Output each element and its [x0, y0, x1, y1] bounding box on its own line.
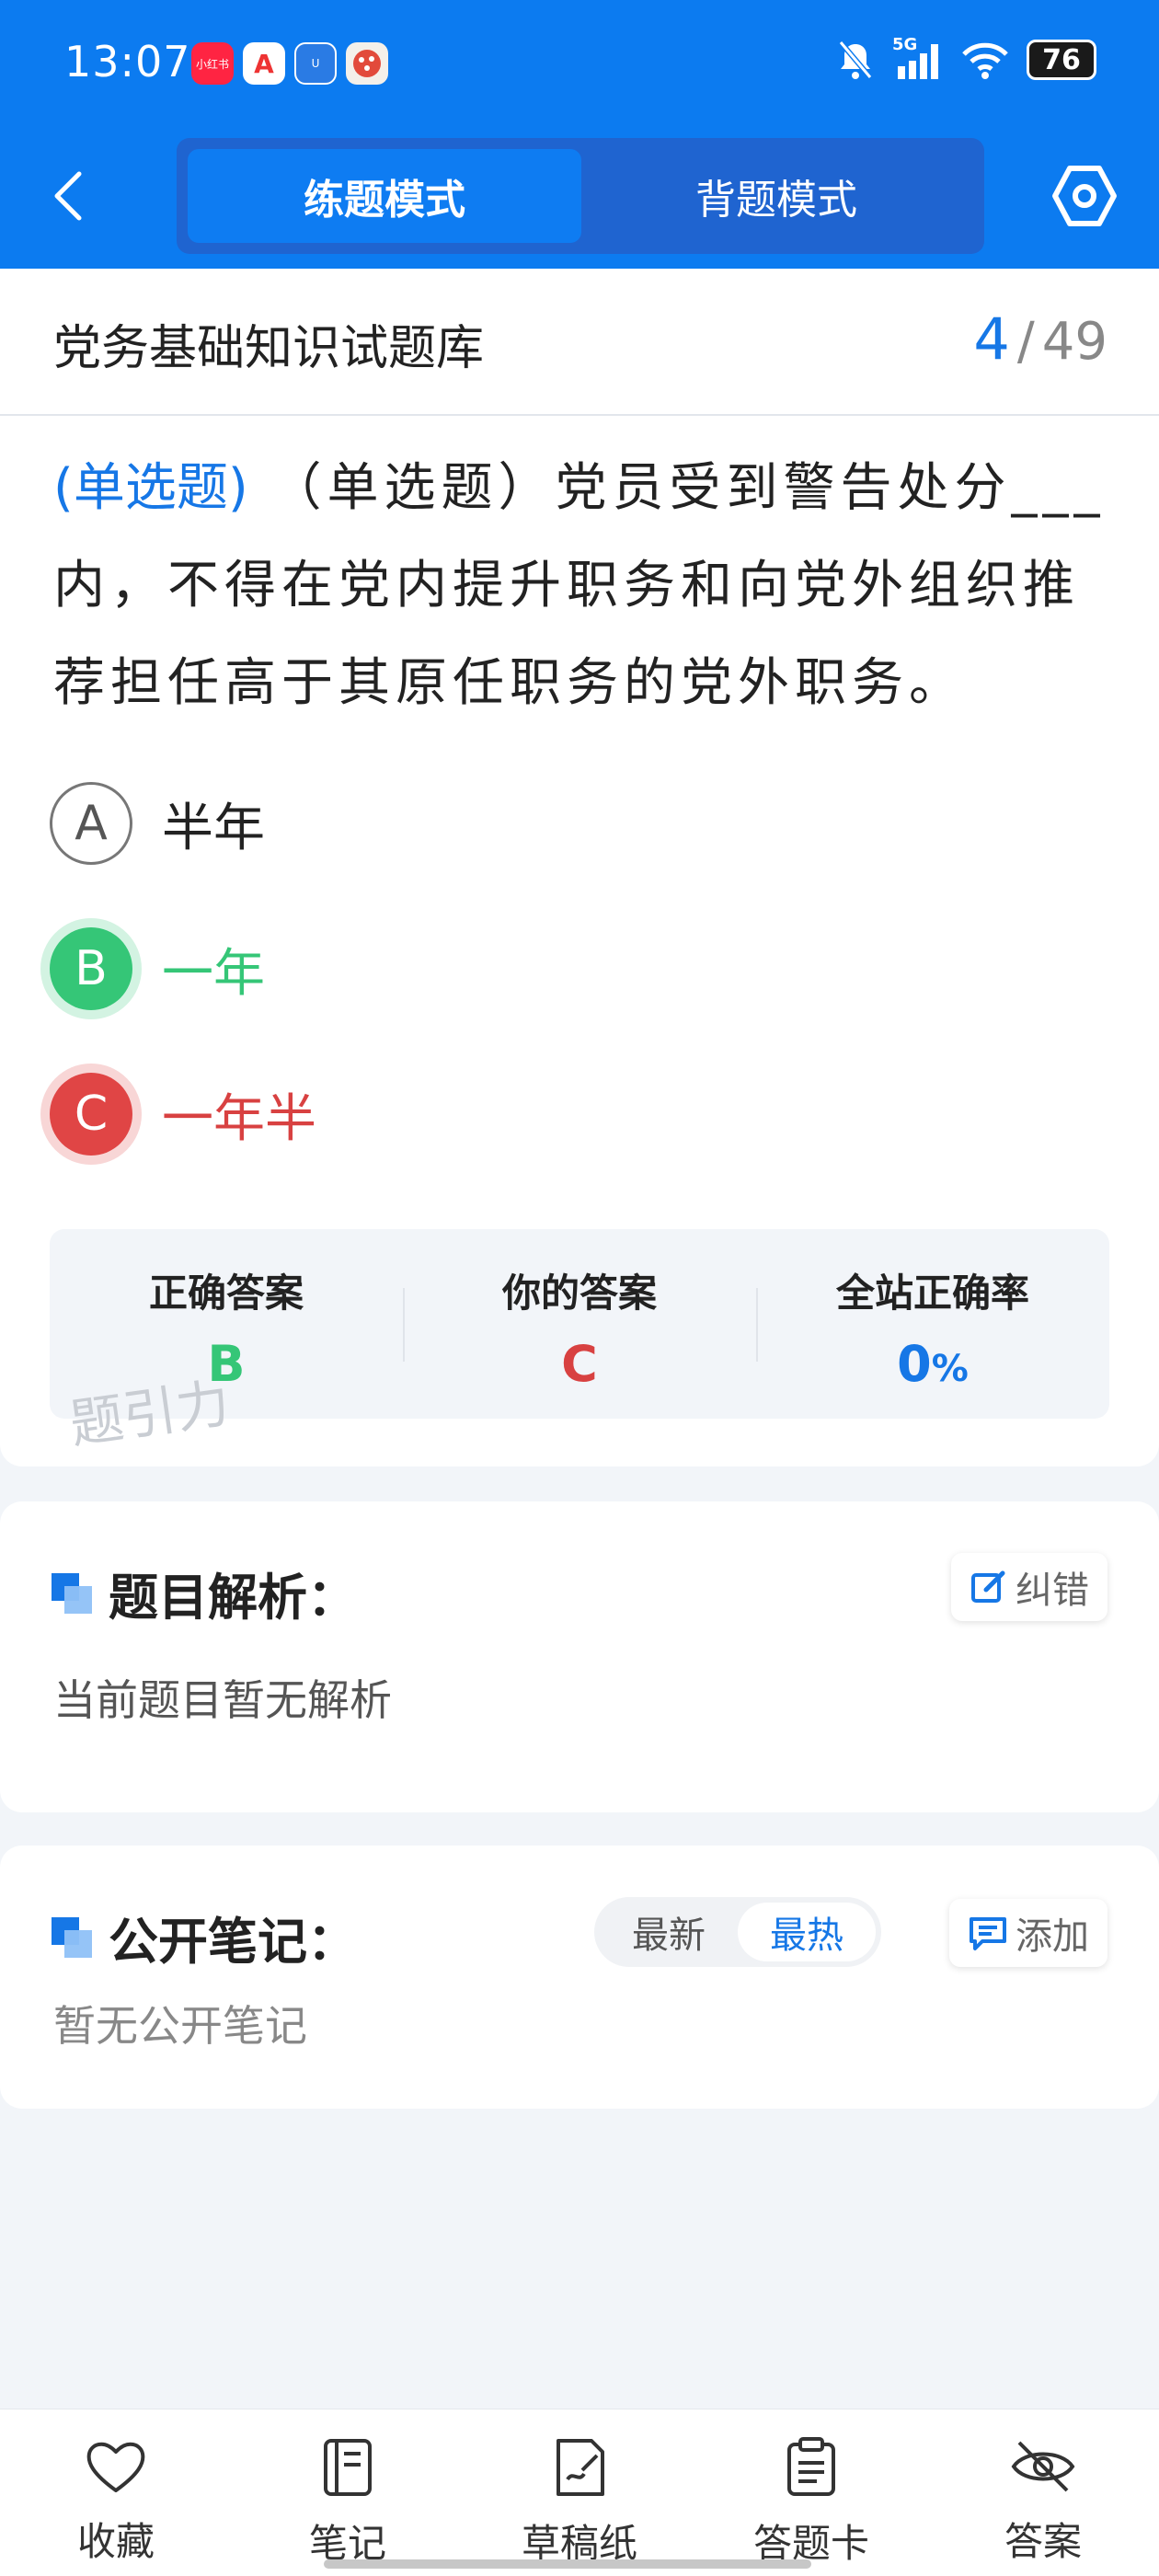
accuracy-label: 全站正确率: [835, 1271, 1029, 1316]
option-b[interactable]: B 一年: [50, 927, 265, 1010]
public-notes-card: 公开笔记： 最新 最热 添加 暂无公开笔记: [0, 1846, 1159, 2109]
notes-title-text: 公开笔记：: [109, 1913, 357, 1971]
correct-answer-label: 正确答案: [148, 1271, 304, 1316]
current-question-number: 4: [973, 305, 1010, 373]
nav-row: 练题模式 背题模式: [0, 138, 1159, 254]
tab-memorize-mode[interactable]: 背题模式: [580, 149, 973, 243]
wifi-icon: [962, 42, 1008, 79]
mute-bell-icon: [838, 40, 873, 79]
section-square-icon: [52, 1916, 92, 1958]
favorite-label: 收藏: [76, 2519, 155, 2564]
battery-indicator: 76: [1027, 40, 1096, 80]
option-b-text: 一年: [162, 943, 265, 1004]
answer-card-button[interactable]: 答题卡: [695, 2409, 927, 2576]
your-answer-stat: 你的答案 C: [403, 1229, 756, 1419]
option-a-text: 半年: [162, 798, 265, 858]
notification-icons: 小红书 A U: [191, 42, 388, 85]
option-b-letter: B: [50, 927, 132, 1010]
analysis-card: 题目解析： 纠错 当前题目暂无解析: [0, 1501, 1159, 1812]
status-time: 13:07: [64, 37, 191, 86]
report-error-label: 纠错: [1016, 1570, 1089, 1612]
total-questions: 49: [1041, 312, 1107, 372]
show-answer-button[interactable]: 答案: [927, 2409, 1159, 2576]
question-bank-title: 党务基础知识试题库: [53, 321, 485, 376]
header: 13:07 小红书 A U 5G 76 练题模式 背题模式: [0, 0, 1159, 269]
add-note-label: 添加: [1016, 1915, 1089, 1958]
favorite-button[interactable]: 收藏: [0, 2409, 232, 2576]
report-error-button[interactable]: 纠错: [951, 1553, 1107, 1621]
notes-empty-text: 暂无公开笔记: [53, 2001, 307, 2051]
status-right: 5G 76: [835, 35, 1096, 81]
show-answer-label: 答案: [1004, 2519, 1082, 2564]
option-c-letter: C: [50, 1073, 132, 1156]
notes-title: 公开笔记：: [52, 1901, 357, 1973]
bottom-toolbar: 收藏 笔记 草稿纸 答题卡 答案: [0, 2409, 1159, 2576]
option-a[interactable]: A 半年: [50, 782, 265, 865]
notes-sort-toggle: 最新 最热: [594, 1897, 881, 1967]
add-note-button[interactable]: 添加: [949, 1899, 1107, 1967]
question-header: 党务基础知识试题库 4/49: [0, 269, 1159, 416]
eye-off-icon: [1011, 2441, 1075, 2492]
your-answer-label: 你的答案: [501, 1271, 657, 1316]
notebook-icon: [324, 2439, 372, 2496]
counter-separator: /: [1016, 312, 1035, 372]
draft-paper-button[interactable]: 草稿纸: [464, 2409, 695, 2576]
cellular-signal-icon: 5G: [892, 35, 944, 81]
settings-hexagon-icon: [1052, 166, 1117, 226]
clipboard-icon: [787, 2437, 835, 2496]
accuracy-unit: %: [931, 1348, 969, 1390]
analysis-title: 题目解析：: [52, 1557, 357, 1629]
accuracy-value: 0%: [897, 1335, 969, 1393]
section-square-icon: [52, 1572, 92, 1614]
home-indicator: [324, 2559, 811, 2569]
accuracy-stat: 全站正确率 0%: [756, 1229, 1109, 1419]
question-counter: 4/49: [973, 305, 1107, 373]
status-bar: 13:07 小红书 A U 5G 76: [0, 0, 1159, 129]
your-answer-value: C: [561, 1335, 598, 1393]
settings-button[interactable]: [1050, 162, 1119, 230]
food-app-icon: [346, 42, 388, 85]
u-app-icon: U: [294, 42, 337, 85]
chevron-left-icon: [54, 171, 82, 221]
option-c[interactable]: C 一年半: [50, 1073, 316, 1156]
heart-icon: [86, 2442, 145, 2492]
sort-hottest[interactable]: 最热: [738, 1903, 876, 1961]
edit-icon: [971, 1570, 1005, 1603]
question-text: (单选题) （单选题）党员受到警告处分___内，不得在党内提升职务和向党外组织推…: [53, 440, 1111, 732]
sort-newest[interactable]: 最新: [600, 1903, 738, 1961]
option-a-letter: A: [50, 782, 132, 865]
analysis-empty-text: 当前题目暂无解析: [53, 1675, 392, 1725]
comment-icon: [970, 1917, 1006, 1950]
tab-practice-mode[interactable]: 练题模式: [188, 149, 581, 243]
back-button[interactable]: [50, 166, 105, 226]
xiaohongshu-app-icon: 小红书: [191, 42, 234, 85]
analysis-title-text: 题目解析：: [109, 1569, 357, 1627]
option-c-text: 一年半: [162, 1088, 316, 1149]
a-app-icon: A: [243, 42, 285, 85]
mode-switch: 练题模式 背题模式: [177, 138, 984, 254]
notes-button[interactable]: 笔记: [232, 2409, 464, 2576]
draft-icon: [557, 2439, 604, 2496]
question-type-tag: (单选题): [53, 458, 248, 518]
question-card: 党务基础知识试题库 4/49 (单选题) （单选题）党员受到警告处分___内，不…: [0, 269, 1159, 1466]
accuracy-number: 0: [897, 1335, 932, 1393]
